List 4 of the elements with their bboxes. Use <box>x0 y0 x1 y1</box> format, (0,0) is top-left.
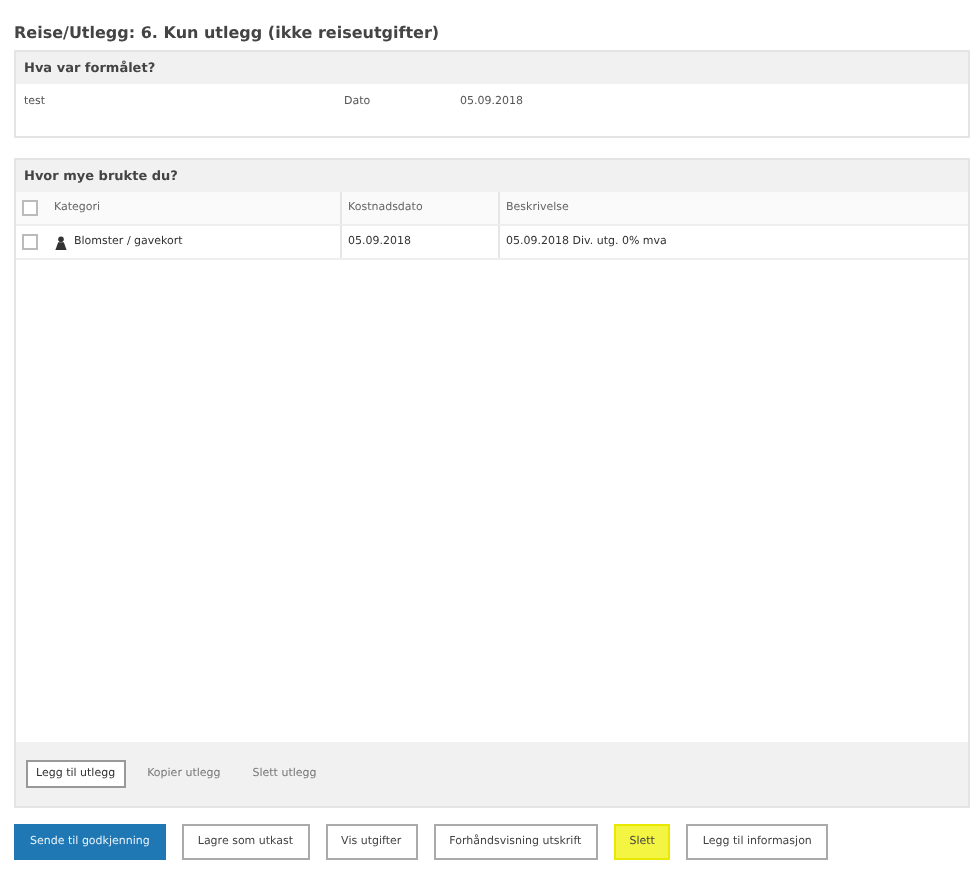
checkbox[interactable] <box>22 234 38 250</box>
figure-icon <box>54 235 68 249</box>
checkbox[interactable] <box>22 200 38 216</box>
page-title: Reise/Utlegg: 6. Kun utlegg (ikke reiseutgifter) <box>14 24 442 42</box>
